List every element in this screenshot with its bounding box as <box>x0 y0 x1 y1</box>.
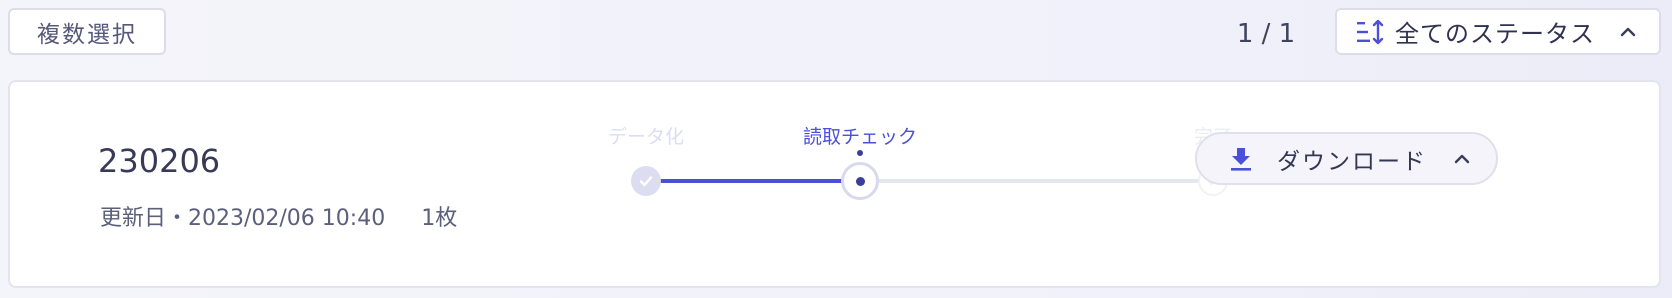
updated-date: 更新日・2023/02/06 10:40 <box>100 206 386 231</box>
step-current-indicator <box>841 162 879 200</box>
document-name: 230206 <box>98 142 221 180</box>
sort-icon <box>1355 19 1385 45</box>
download-icon <box>1229 146 1253 172</box>
multi-select-button[interactable]: 複数選択 <box>8 8 166 55</box>
page-count: 1枚 <box>421 206 458 231</box>
download-label: ダウンロード <box>1277 148 1427 175</box>
toolbar: 複数選択 1 / 1 全てのステータス <box>0 0 1672 70</box>
download-button[interactable]: ダウンロード <box>1195 132 1498 185</box>
progress-track-completed <box>646 179 860 183</box>
pagination-indicator: 1 / 1 <box>1236 19 1296 49</box>
progress-track-pending <box>860 179 1213 183</box>
progress-stepper: データ化 読取チェック 完了 <box>570 122 1250 232</box>
step-label-data-entry: データ化 <box>607 126 685 148</box>
step-done-check-icon <box>631 166 661 196</box>
status-filter-dropdown[interactable]: 全てのステータス <box>1335 8 1661 55</box>
current-step-marker <box>857 150 863 156</box>
chevron-up-icon <box>1453 150 1471 168</box>
step-label-read-check: 読取チェック <box>802 126 918 148</box>
status-filter-label: 全てのステータス <box>1395 20 1595 48</box>
document-card[interactable]: 230206 更新日・2023/02/06 10:40 1枚 データ化 読取チェ… <box>8 80 1661 288</box>
document-meta: 更新日・2023/02/06 10:40 1枚 <box>100 200 457 232</box>
chevron-up-icon <box>1619 23 1637 41</box>
